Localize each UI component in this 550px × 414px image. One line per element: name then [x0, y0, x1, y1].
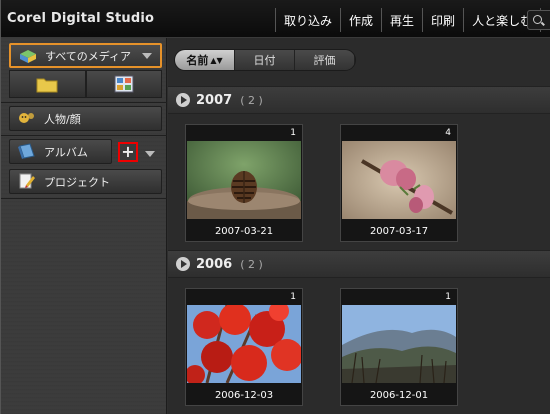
thumbnail-date: 2007-03-17	[369, 226, 429, 237]
sort-arrow-icon: ▲▼	[210, 55, 223, 65]
mode-tab-import[interactable]: 取り込み	[276, 8, 342, 32]
search-input[interactable]	[527, 10, 550, 30]
media-browser: 名前 ▲▼ 日付 評価 2007 ( 2 ) 1 2007-03-21 4 20…	[168, 38, 550, 414]
thumbnail-number: 1	[290, 128, 296, 138]
play-icon[interactable]	[176, 93, 190, 107]
sort-name-label: 名前	[186, 54, 209, 67]
sort-by-name-button[interactable]: 名前 ▲▼	[175, 50, 235, 70]
pinecone-photo	[187, 141, 301, 219]
group-header-2007[interactable]: 2007 ( 2 )	[168, 86, 550, 114]
album-label: アルバム	[44, 145, 88, 159]
sidebar: すべてのメディア 人物/顔 アルバム + プロジェクト	[1, 38, 167, 414]
divider	[1, 102, 167, 103]
sort-by-rating-button[interactable]: 評価	[295, 50, 355, 70]
project-icon	[19, 173, 35, 189]
people-label: 人物/顔	[44, 112, 81, 126]
all-media-button[interactable]: すべてのメディア	[9, 43, 162, 68]
chevron-down-icon[interactable]	[142, 53, 152, 59]
media-thumbnail[interactable]: 4 2007-03-17	[340, 124, 458, 242]
group-header-2006[interactable]: 2006 ( 2 )	[168, 250, 550, 278]
group-year: 2006	[196, 256, 233, 272]
thumbnail-number: 1	[290, 292, 296, 302]
folder-view-button[interactable]	[9, 70, 86, 98]
divider	[1, 198, 167, 199]
media-thumbnail[interactable]: 1 2006-12-01	[340, 288, 458, 406]
search-icon	[533, 15, 542, 24]
album-book-icon	[18, 143, 35, 159]
chevron-down-icon[interactable]	[145, 151, 155, 157]
play-icon[interactable]	[176, 257, 190, 271]
thumbnail-number: 1	[445, 292, 451, 302]
media-thumbnail[interactable]: 1 2006-12-03	[185, 288, 303, 406]
divider	[1, 135, 167, 136]
group-count: ( 2 )	[240, 93, 263, 107]
title-bar: Corel Digital Studio 取り込み 作成 再生 印刷 人と楽しむ	[1, 0, 550, 38]
view-icon-row	[9, 70, 162, 98]
album-button[interactable]: アルバム	[9, 139, 112, 164]
people-button[interactable]: 人物/顔	[9, 106, 162, 131]
media-library-icon	[20, 50, 36, 63]
thumbnail-number: 4	[445, 128, 451, 138]
calendar-grid-icon	[114, 75, 134, 93]
group-year: 2007	[196, 92, 233, 108]
mode-tab-create[interactable]: 作成	[341, 8, 383, 32]
group-count: ( 2 )	[240, 257, 263, 271]
mode-tab-print[interactable]: 印刷	[423, 8, 465, 32]
maple-photo	[187, 305, 301, 383]
all-media-label: すべてのメディア	[45, 49, 132, 63]
app-title: Corel Digital Studio	[7, 11, 155, 26]
media-thumbnail[interactable]: 1 2007-03-21	[185, 124, 303, 242]
thumbnail-date: 2007-03-21	[214, 226, 274, 237]
folder-icon	[36, 78, 58, 92]
blossom-photo	[342, 141, 456, 219]
calendar-view-button[interactable]	[85, 70, 162, 98]
sort-by-date-button[interactable]: 日付	[235, 50, 295, 70]
app-window: Corel Digital Studio 取り込み 作成 再生 印刷 人と楽しむ…	[0, 0, 550, 414]
thumbnail-date: 2006-12-03	[214, 390, 274, 401]
mode-tab-play[interactable]: 再生	[382, 8, 424, 32]
thumbnail-date: 2006-12-01	[369, 390, 429, 401]
people-icon	[19, 113, 34, 123]
project-label: プロジェクト	[44, 175, 110, 189]
project-button[interactable]: プロジェクト	[9, 169, 162, 194]
add-album-button[interactable]: +	[118, 142, 138, 162]
sort-toggle: 名前 ▲▼ 日付 評価	[174, 49, 356, 71]
mountain-photo	[342, 305, 456, 383]
mode-tabs: 取り込み 作成 再生 印刷 人と楽しむ	[275, 8, 542, 32]
